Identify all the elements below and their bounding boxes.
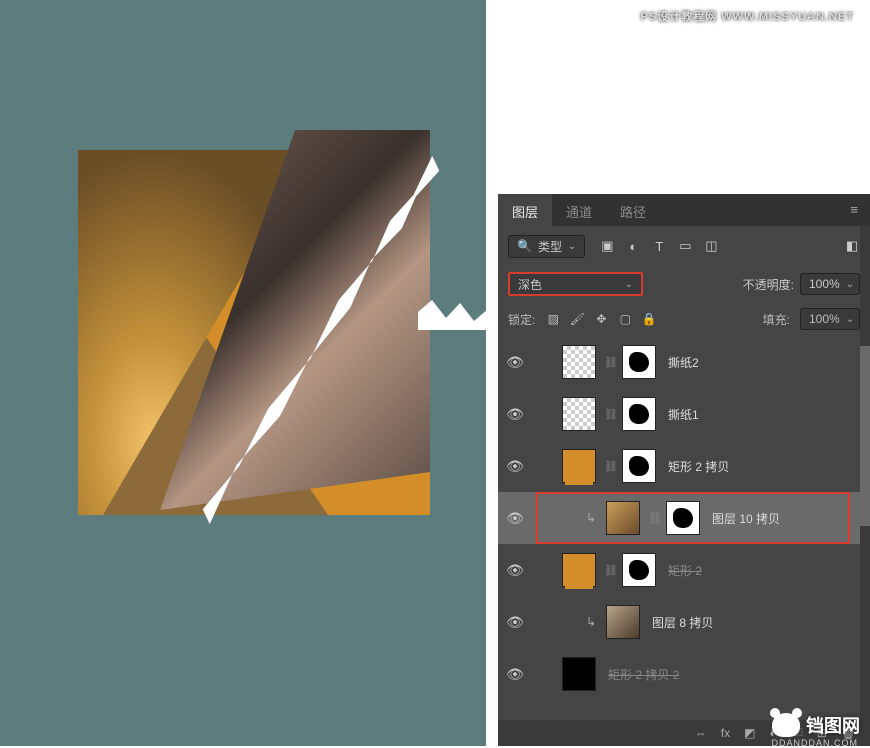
watermark-bottom-sub: DDANDDAN.COM [771,738,858,748]
lock-label: 锁定: [508,311,535,328]
scrollbar[interactable] [860,226,870,720]
layer-name[interactable]: 矩形 2 拷贝 2 [608,666,679,683]
scrollbar-thumb[interactable] [860,346,870,526]
fill-dropdown[interactable]: 100% ⌄ [800,308,860,330]
fill-label: 填充: [763,311,790,328]
tab-layers[interactable]: 图层 [498,194,552,226]
layer-row[interactable]: 👁 ↳ 图层 8 拷贝 [498,596,870,648]
layer-mask-thumbnail[interactable] [622,553,656,587]
layer-name[interactable]: 撕纸1 [668,406,699,423]
lock-row: 锁定: ▨ 🖌 ✥ ▢ 🔒 填充: 100% ⌄ [498,302,870,336]
layer-thumbnail[interactable] [562,553,596,587]
visibility-toggle-icon[interactable]: 👁 [506,666,524,683]
mask-link-icon[interactable]: ⛓ [648,512,658,525]
visibility-toggle-icon[interactable]: 👁 [506,406,524,423]
layer-row[interactable]: 👁 ⛓ 矩形 2 [498,544,870,596]
visibility-toggle-icon[interactable]: 👁 [506,562,524,579]
lock-artboard-icon[interactable]: ▢ [617,311,633,327]
search-icon: 🔍 [517,239,532,253]
lock-icons: ▨ 🖌 ✥ ▢ 🔒 [545,311,657,327]
layer-mask-thumbnail[interactable] [622,449,656,483]
watermark-bottom: 铛图网 [772,712,860,738]
chevron-down-icon: ⌄ [846,314,854,325]
panel-tabs: 图层 通道 路径 ≡ [498,194,870,226]
layer-name[interactable]: 撕纸2 [668,354,699,371]
filter-label: 类型 [538,238,562,255]
clip-indicator-icon: ↳ [584,511,598,525]
mask-link-icon[interactable]: ⛓ [604,408,614,421]
watermark-top: PS设计教程网 WWW.MISSYUAN.NET [641,8,854,24]
filter-type-dropdown[interactable]: 🔍 类型 ⌄ [508,235,585,258]
filter-toggle-icon[interactable]: ◧ [844,238,860,254]
blend-mode-value: 深色 [518,276,542,293]
watermark-bottom-text: 铛图网 [806,712,860,738]
layers-panel: 图层 通道 路径 ≡ 🔍 类型 ⌄ ▣ ◐ T ▭ ◫ ◧ 深色 ⌄ 不透明度:… [498,194,870,746]
filter-smart-icon[interactable]: ◫ [703,238,719,254]
layer-mask-thumbnail[interactable] [622,397,656,431]
layer-row[interactable]: 👁 ↳ ⛓ 图层 10 拷贝 [498,492,870,544]
opacity-value: 100% [809,277,840,291]
layer-row[interactable]: 👁 ⛓ 矩形 2 拷贝 [498,440,870,492]
chevron-down-icon: ⌄ [568,241,576,252]
layer-row[interactable]: 👁 矩形 2 拷贝 2 [498,648,870,700]
lock-all-icon[interactable]: 🔒 [641,311,657,327]
layer-name[interactable]: 图层 10 拷贝 [712,510,780,527]
opacity-dropdown[interactable]: 100% ⌄ [800,273,860,295]
visibility-toggle-icon[interactable]: 👁 [506,614,524,631]
layer-mask-thumbnail[interactable] [622,345,656,379]
filter-row: 🔍 类型 ⌄ ▣ ◐ T ▭ ◫ ◧ [498,226,870,266]
link-layers-icon[interactable]: ⇔ [695,726,707,740]
blend-row: 深色 ⌄ 不透明度: 100% ⌄ [498,266,870,302]
layer-mask-thumbnail[interactable] [666,501,700,535]
filter-pixel-icon[interactable]: ▣ [599,238,615,254]
layer-thumbnail[interactable] [562,657,596,691]
visibility-toggle-icon[interactable]: 👁 [506,510,524,527]
layer-row[interactable]: 👁 ⛓ 撕纸2 [498,336,870,388]
chevron-down-icon: ⌄ [846,279,854,290]
layer-row[interactable]: 👁 ⛓ 撕纸1 [498,388,870,440]
fill-value: 100% [809,312,840,326]
blend-mode-dropdown[interactable]: 深色 ⌄ [508,272,643,296]
opacity-label: 不透明度: [743,276,794,293]
artwork-composition [78,150,430,515]
add-mask-icon[interactable]: ◩ [744,726,755,740]
layers-list: 👁 ⛓ 撕纸2 👁 ⛓ 撕纸1 👁 ⛓ 矩形 2 拷贝 👁 ↳ ⛓ 图层 10 拷贝 👁 ⛓ 矩形 2 👁 ↳ 图层… [498,336,870,700]
clip-indicator-icon: ↳ [584,615,598,629]
layer-name[interactable]: 矩形 2 [668,562,702,579]
chevron-down-icon: ⌄ [625,279,633,290]
visibility-toggle-icon[interactable]: 👁 [506,354,524,371]
filter-type-icon[interactable]: T [651,238,667,254]
watermark-logo-icon [772,713,800,737]
filter-shape-icon[interactable]: ▭ [677,238,693,254]
mask-link-icon[interactable]: ⛓ [604,460,614,473]
layer-name[interactable]: 图层 8 拷贝 [652,614,713,631]
lock-trans-icon[interactable]: ▨ [545,311,561,327]
filter-icons: ▣ ◐ T ▭ ◫ [599,238,719,254]
layer-thumbnail[interactable] [606,501,640,535]
filter-adjust-icon[interactable]: ◐ [625,238,641,254]
lock-brush-icon[interactable]: 🖌 [569,311,585,327]
torn-paper-edge-2 [418,300,488,330]
panel-menu-icon[interactable]: ≡ [838,194,870,226]
layer-name[interactable]: 矩形 2 拷贝 [668,458,729,475]
layer-thumbnail[interactable] [606,605,640,639]
layer-thumbnail[interactable] [562,397,596,431]
canvas-area[interactable] [0,0,486,746]
tab-paths[interactable]: 路径 [606,194,660,226]
layer-thumbnail[interactable] [562,449,596,483]
fx-icon[interactable]: fx [721,726,730,740]
tab-channels[interactable]: 通道 [552,194,606,226]
mask-link-icon[interactable]: ⛓ [604,356,614,369]
mask-link-icon[interactable]: ⛓ [604,564,614,577]
layer-thumbnail[interactable] [562,345,596,379]
lock-move-icon[interactable]: ✥ [593,311,609,327]
visibility-toggle-icon[interactable]: 👁 [506,458,524,475]
